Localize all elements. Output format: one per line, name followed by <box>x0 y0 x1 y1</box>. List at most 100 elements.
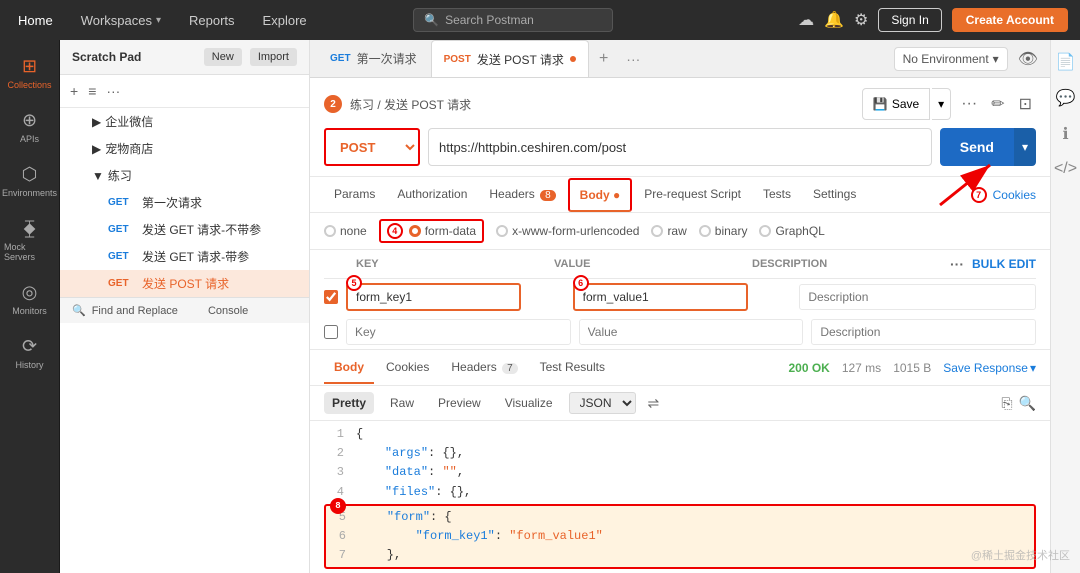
chevron-right-icon: ▶ <box>92 142 101 156</box>
bulk-edit-button[interactable]: Bulk Edit <box>972 257 1036 271</box>
sign-in-button[interactable]: Sign In <box>878 8 941 32</box>
desc-input-empty[interactable] <box>811 319 1036 345</box>
sidebar-item-monitors[interactable]: ◎ Monitors <box>0 274 59 324</box>
documentation-icon[interactable]: 📄 <box>1052 48 1080 76</box>
more-tabs-icon[interactable]: ··· <box>618 47 648 71</box>
body-option-graphql[interactable]: GraphQL <box>759 224 824 238</box>
search-icon: 🔍 <box>424 13 439 27</box>
tree-item-practice[interactable]: ▼ 练习 <box>60 162 309 189</box>
key-input[interactable] <box>346 283 521 311</box>
method-badge: GET <box>108 197 136 208</box>
more-options-icon[interactable]: ··· <box>104 81 122 101</box>
resp-view-preview[interactable]: Preview <box>430 392 489 414</box>
tab-params[interactable]: Params <box>324 179 385 211</box>
resp-view-pretty[interactable]: Pretty <box>324 392 374 414</box>
description-input[interactable] <box>799 284 1036 310</box>
tab-body[interactable]: Body ● <box>568 178 633 212</box>
find-replace-bar[interactable]: 🔍 Find and Replace Console <box>60 297 309 323</box>
nav-explore[interactable]: Explore <box>257 9 313 32</box>
resp-tab-headers[interactable]: Headers 7 <box>441 352 527 384</box>
resp-toolbar-icons: ⎘ 🔍 <box>1001 395 1036 412</box>
info-icon[interactable]: ℹ <box>1058 120 1072 148</box>
more-options-icon[interactable]: ··· <box>957 91 981 117</box>
tab-settings[interactable]: Settings <box>803 179 866 211</box>
list-item-post-request[interactable]: GET 发送 POST 请求 <box>60 270 309 297</box>
resp-tab-test-results[interactable]: Test Results <box>530 352 615 384</box>
find-replace-label: Find and Replace <box>92 305 178 317</box>
method-select[interactable]: POST GET PUT DELETE <box>324 128 420 166</box>
new-button[interactable]: New <box>204 48 242 66</box>
method-badge: GET <box>108 278 136 289</box>
url-input[interactable] <box>428 128 932 166</box>
wrap-icon[interactable]: ⇌ <box>648 395 660 412</box>
save-dropdown-button[interactable]: ▾ <box>932 88 951 120</box>
list-item-get-no-param[interactable]: GET 发送 GET 请求-不带参 <box>60 216 309 243</box>
add-tab-button[interactable]: + <box>591 46 616 72</box>
create-account-button[interactable]: Create Account <box>952 8 1068 32</box>
tab-pre-request[interactable]: Pre-request Script <box>634 179 751 211</box>
nav-reports[interactable]: Reports <box>183 9 241 32</box>
find-icon: 🔍 <box>72 304 86 317</box>
nav-home[interactable]: Home <box>12 9 59 32</box>
sidebar-item-mock-servers[interactable]: ⧱ Mock Servers <box>0 210 59 270</box>
copy-icon[interactable]: ⎘ <box>1001 395 1012 412</box>
body-option-binary[interactable]: binary <box>699 224 748 238</box>
save-button[interactable]: 💾 Save <box>862 88 930 120</box>
tab-authorization[interactable]: Authorization <box>387 179 477 211</box>
value-input[interactable] <box>573 283 748 311</box>
resp-view-raw[interactable]: Raw <box>382 392 422 414</box>
code-icon[interactable]: </> <box>1050 156 1080 182</box>
resp-tab-cookies[interactable]: Cookies <box>376 352 439 384</box>
sidebar-label-history: History <box>15 360 43 370</box>
resp-tab-body[interactable]: Body <box>324 352 374 384</box>
tab-headers[interactable]: Headers 8 <box>479 179 565 211</box>
sidebar-item-apis[interactable]: ⊕ APIs <box>0 102 59 152</box>
cloud-icon[interactable]: ☁ <box>798 10 814 30</box>
send-button[interactable]: Send <box>940 128 1014 166</box>
sidebar-item-collections[interactable]: ⊞ Collections <box>0 48 59 98</box>
tab-first-request[interactable]: GET 第一次请求 <box>318 40 429 77</box>
panel-toolbar: + ≡ ··· <box>60 75 309 108</box>
body-option-urlencoded[interactable]: x-www-form-urlencoded <box>496 224 639 238</box>
sidebar-item-environments[interactable]: ⬡ Environments <box>0 156 59 206</box>
value-input-empty[interactable] <box>579 319 804 345</box>
tab-post-request[interactable]: POST 发送 POST 请求 <box>431 40 589 77</box>
body-option-none[interactable]: none <box>324 224 367 238</box>
save-response-button[interactable]: Save Response ▾ <box>943 361 1036 375</box>
list-item-first-request[interactable]: GET 第一次请求 <box>60 189 309 216</box>
edit-icon[interactable]: ✏ <box>987 90 1008 118</box>
list-item-get-with-param[interactable]: GET 发送 GET 请求-带参 <box>60 243 309 270</box>
row-checkbox[interactable] <box>324 290 338 304</box>
tree-item-qiwei[interactable]: ▶ 企业微信 <box>60 108 309 135</box>
key-input-empty[interactable] <box>346 319 571 345</box>
format-select[interactable]: JSON XML HTML Text <box>569 392 636 414</box>
share-icon[interactable]: ⊡ <box>1015 90 1036 118</box>
add-collection-button[interactable]: + <box>68 81 80 101</box>
json-line: 2 "args": {}, <box>324 444 1036 463</box>
more-icon[interactable]: ··· <box>950 256 964 272</box>
tab-tests[interactable]: Tests <box>753 179 801 211</box>
json-highlight-box: 8 5 "form": { 6 "form_key1": "form_value… <box>324 504 1036 570</box>
body-option-form-data[interactable]: 4 form-data <box>379 219 484 243</box>
send-dropdown-button[interactable]: ▾ <box>1014 128 1036 166</box>
request-row: POST GET PUT DELETE Send ▾ <box>324 128 1036 166</box>
tab-method-badge: GET <box>330 53 351 64</box>
cookies-link[interactable]: Cookies <box>993 188 1036 202</box>
sidebar-label-monitors: Monitors <box>12 306 47 316</box>
search-bar[interactable]: 🔍 Search Postman <box>413 8 613 32</box>
tree-item-petstore[interactable]: ▶ 宠物商店 <box>60 135 309 162</box>
row-checkbox-empty[interactable] <box>324 325 338 339</box>
settings-icon[interactable]: ⚙ <box>854 10 868 30</box>
comment-icon[interactable]: 💬 <box>1052 84 1080 112</box>
body-option-raw[interactable]: raw <box>651 224 686 238</box>
environment-selector[interactable]: No Environment ▾ <box>894 47 1008 71</box>
search-response-icon[interactable]: 🔍 <box>1019 395 1036 412</box>
resp-view-visualize[interactable]: Visualize <box>497 392 561 414</box>
sidebar-item-history[interactable]: ⟳ History <box>0 328 59 378</box>
eye-icon[interactable]: 👁 <box>1014 45 1042 73</box>
headers-resp-badge: 7 <box>502 363 518 374</box>
filter-icon[interactable]: ≡ <box>86 81 98 101</box>
nav-workspaces[interactable]: Workspaces ▾ <box>75 9 167 32</box>
import-button[interactable]: Import <box>250 48 297 66</box>
bell-icon[interactable]: 🔔 <box>824 10 844 30</box>
